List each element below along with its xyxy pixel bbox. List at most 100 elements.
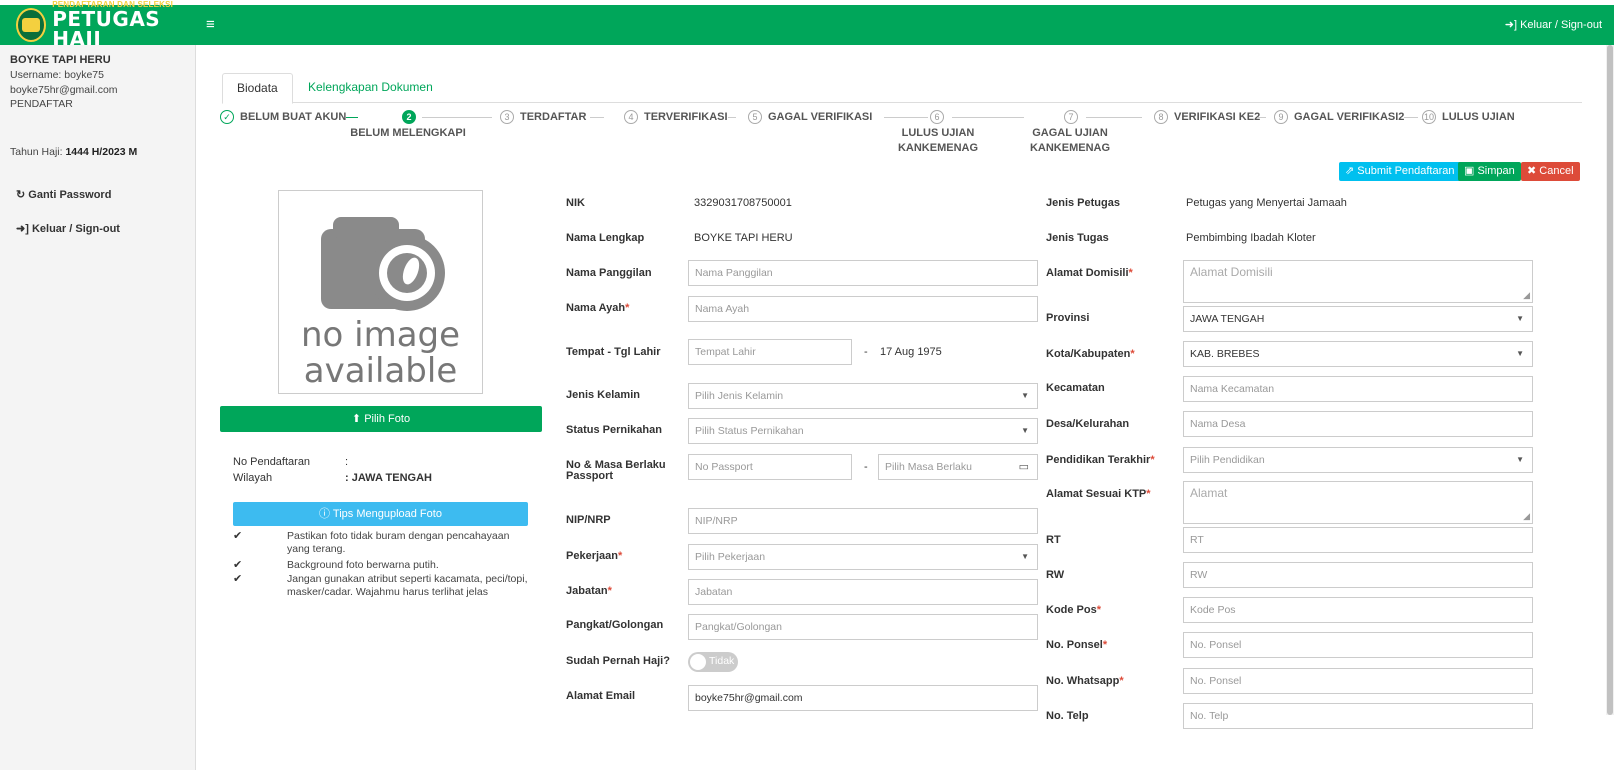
tempat-lahir-input[interactable]: Tempat Lahir [688, 339, 852, 365]
sudah-haji-label: Sudah Pernah Haji? [566, 655, 670, 667]
step-6-label: LULUS UJIAN KANKEMENAG [897, 127, 979, 154]
sidebar: BOYKE TAPI HERU Username: boyke75 boyke7… [0, 45, 196, 770]
pilih-foto-button[interactable]: ⬆ Pilih Foto [220, 406, 542, 432]
jenis-petugas-label: Jenis Petugas [1046, 197, 1120, 209]
tab-kelengkapan-dokumen[interactable]: Kelengkapan Dokumen [294, 73, 447, 104]
step-4: 4 TERVERIFIKASI [624, 110, 728, 124]
alamat-ktp-label: Alamat Sesuai KTP* [1046, 488, 1151, 500]
rt-input[interactable]: RT [1183, 527, 1533, 553]
check-icon: ✔ [233, 530, 243, 542]
step-connector [346, 117, 358, 118]
step-6: 6 [930, 110, 950, 124]
nip-input[interactable]: NIP/NRP [688, 508, 1038, 534]
camera-icon [321, 217, 445, 311]
step-1: ✓ BELUM BUAT AKUN [220, 110, 346, 124]
passport-input[interactable]: No Passport [688, 454, 852, 480]
step-connector [728, 117, 736, 118]
wilayah-value: : JAWA TENGAH [345, 472, 432, 484]
pekerjaan-select[interactable]: Pilih Pekerjaan ▼ [688, 544, 1038, 570]
tab-biodata[interactable]: Biodata [222, 73, 293, 104]
step-2-label: BELUM MELENGKAPI [350, 127, 466, 139]
save-icon: ▣ [1464, 165, 1475, 177]
jabatan-input[interactable]: Jabatan [688, 579, 1038, 605]
telp-label: No. Telp [1046, 710, 1089, 722]
ponsel-input[interactable]: No. Ponsel [1183, 632, 1533, 658]
sidebar-item-signout[interactable]: ➜] Keluar / Sign-out [16, 222, 120, 235]
step-connector [590, 117, 604, 118]
alamat-ktp-textarea[interactable]: Alamat ◢ [1183, 481, 1533, 524]
nik-label: NIK [566, 197, 585, 209]
rw-input[interactable]: RW [1183, 562, 1533, 588]
pangkat-input[interactable]: Pangkat/Golongan [688, 614, 1038, 640]
whatsapp-input[interactable]: No. Ponsel [1183, 668, 1533, 694]
simpan-button[interactable]: ▣ Simpan [1458, 162, 1521, 181]
step-7: 7 [1064, 110, 1084, 124]
chevron-down-icon: ▼ [1516, 314, 1524, 323]
cancel-button[interactable]: ✖ Cancel [1521, 162, 1580, 181]
step-9: 9 GAGAL VERIFIKASI2 [1274, 110, 1404, 124]
chevron-down-icon: ▼ [1516, 455, 1524, 464]
email-label: Alamat Email [566, 690, 636, 702]
resize-grip-icon: ◢ [1523, 290, 1530, 300]
submit-pendaftaran-button[interactable]: ⇗ Submit Pendaftaran [1339, 162, 1461, 181]
provinsi-select[interactable]: JAWA TENGAH ▼ [1183, 306, 1533, 332]
masa-berlaku-input[interactable]: Pilih Masa Berlaku ▭ [878, 454, 1038, 480]
step-2: 2 [402, 110, 422, 124]
sudah-haji-toggle[interactable]: Tidak [688, 652, 738, 672]
tip-item: ✔ Jangan gunakan atribut seperti kacamata… [233, 573, 528, 598]
user-email: boyke75hr@gmail.com [10, 84, 118, 96]
kota-select[interactable]: KAB. BREBES ▼ [1183, 341, 1533, 367]
tip-item: ✔ Pastikan foto tidak buram dengan pencah… [233, 530, 510, 555]
date-separator: - [864, 346, 868, 358]
tempat-tgl-lahir-label: Tempat - Tgl Lahir [566, 346, 661, 358]
telp-input[interactable]: No. Telp [1183, 703, 1533, 729]
photo-preview: no image available [278, 190, 483, 394]
status-pernikahan-select[interactable]: Pilih Status Pernikahan ▼ [688, 418, 1038, 444]
tgl-lahir-value: 17 Aug 1975 [880, 346, 942, 358]
tips-upload-button[interactable]: ⓘ Tips Mengupload Foto [233, 502, 528, 526]
chevron-down-icon: ▼ [1021, 391, 1029, 400]
step-7-label: GAGAL UJIAN KANKEMENAG [1029, 127, 1111, 154]
top-signout-link[interactable]: ➜] Keluar / Sign-out [1505, 18, 1602, 31]
pekerjaan-label: Pekerjaan* [566, 550, 623, 562]
calendar-icon: ▭ [1018, 461, 1029, 473]
kemenag-logo-icon [16, 8, 47, 42]
refresh-icon: ↻ [16, 189, 26, 201]
step-5: 5 GAGAL VERIFIKASI [748, 110, 872, 124]
kecamatan-input[interactable]: Nama Kecamatan [1183, 376, 1533, 402]
check-circle-icon: ✓ [220, 110, 234, 124]
jenis-petugas-value: Petugas yang Menyertai Jamaah [1186, 197, 1347, 209]
step-connector [952, 117, 1024, 118]
jenis-kelamin-select[interactable]: Pilih Jenis Kelamin ▼ [688, 383, 1038, 409]
menu-toggle-icon[interactable]: ≡ [206, 16, 215, 33]
step-10: 10 LULUS UJIAN [1422, 110, 1515, 124]
pendidikan-select[interactable]: Pilih Pendidikan ▼ [1183, 447, 1533, 473]
provinsi-label: Provinsi [1046, 312, 1090, 324]
jenis-tugas-value: Pembimbing Ibadah Kloter [1186, 232, 1316, 244]
ponsel-label: No. Ponsel* [1046, 639, 1108, 651]
desa-label: Desa/Kelurahan [1046, 418, 1130, 430]
share-icon: ⇗ [1345, 165, 1355, 177]
brand[interactable]: PENDAFTARAN DAN SELEKSI PETUGAS HAJI [0, 1, 196, 49]
passport-label: No & Masa Berlaku Passport [566, 459, 666, 482]
nama-ayah-input[interactable]: Nama Ayah [688, 296, 1038, 322]
kecamatan-label: Kecamatan [1046, 382, 1105, 394]
kodepos-input[interactable]: Kode Pos [1183, 597, 1533, 623]
nama-ayah-label: Nama Ayah* [566, 302, 630, 314]
desa-input[interactable]: Nama Desa [1183, 411, 1533, 437]
tab-bar: Biodata Kelengkapan Dokumen [222, 73, 1582, 104]
sidebar-item-ganti-password[interactable]: ↻ Ganti Password [16, 188, 111, 201]
nama-panggilan-input[interactable]: Nama Panggilan [688, 260, 1038, 286]
step-connector [884, 117, 928, 118]
jabatan-label: Jabatan* [566, 585, 612, 597]
no-pendaftaran-value: : [345, 456, 349, 468]
status-pernikahan-label: Status Pernikahan [566, 424, 662, 436]
alamat-domisili-textarea[interactable]: Alamat Domisili ◢ [1183, 260, 1533, 303]
email-input[interactable]: boyke75hr@gmail.com [688, 685, 1038, 711]
nama-lengkap-label: Nama Lengkap [566, 232, 645, 244]
close-icon: ✖ [1527, 165, 1537, 177]
whatsapp-label: No. Whatsapp* [1046, 675, 1124, 687]
page-scrollbar[interactable] [1606, 45, 1614, 715]
rt-label: RT [1046, 534, 1061, 546]
chevron-down-icon: ▼ [1516, 349, 1524, 358]
